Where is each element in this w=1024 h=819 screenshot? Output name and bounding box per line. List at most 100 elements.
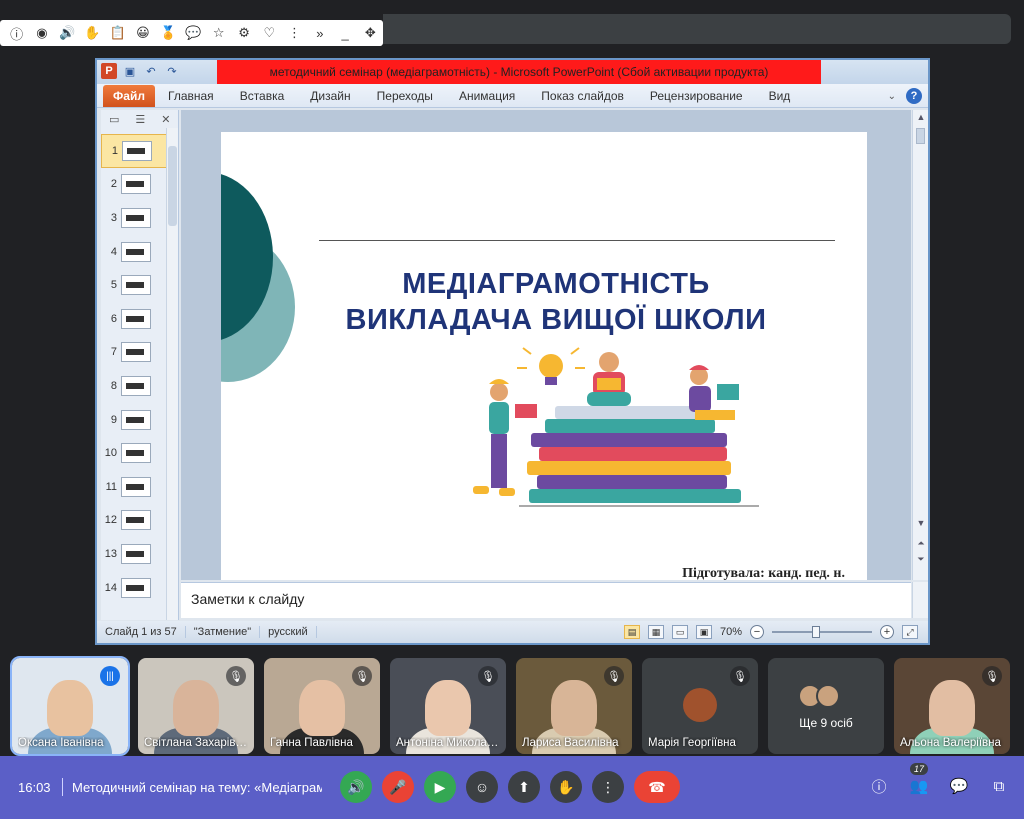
participant-tile[interactable]: 🎙 Антоніна Миколаївна [390, 658, 506, 754]
audio-button[interactable]: 🔊 [340, 771, 372, 803]
ribbon-tab-7[interactable]: Рецензирование [637, 89, 756, 103]
slide-number: 10 [104, 447, 117, 460]
slide-scrollbar[interactable]: ▲ ▼ ⏶ ⏷ [912, 110, 928, 580]
ribbon-tab-1[interactable]: Главная [155, 89, 227, 103]
star-icon[interactable]: ☆ [206, 22, 231, 44]
arrows-icon[interactable]: » [307, 22, 332, 44]
speaker-icon[interactable]: 🔊 [55, 22, 80, 44]
ribbon-tab-3[interactable]: Дизайн [297, 89, 363, 103]
slide-number: 12 [104, 514, 117, 527]
raise-hand-button[interactable]: ✋ [550, 771, 582, 803]
meeting-title[interactable]: Методичний семінар на тему: «Медіаграмот… [72, 780, 322, 795]
minimize-icon[interactable]: _ [332, 22, 357, 44]
notes-scrollbar[interactable] [912, 582, 928, 618]
gear-icon[interactable]: ⚙ [231, 22, 256, 44]
mic-muted-icon: 🎙 [982, 666, 1002, 686]
camera-button[interactable]: ▶ [424, 771, 456, 803]
close-icon[interactable]: ✕ [161, 113, 170, 126]
slide-number: 11 [105, 480, 117, 493]
participant-name: Антоніна Миколаївна [396, 737, 500, 749]
mic-muted-icon: 🎙 [730, 666, 750, 686]
ribbon-tab-4[interactable]: Переходы [364, 89, 446, 103]
participant-tile[interactable]: 🎙 Альона Валеріївна [894, 658, 1010, 754]
undo-icon[interactable]: ↶ [143, 63, 159, 79]
participant-strip: ||| Оксана Іванівна 🎙 Світлана Захарівна 🎙 Га… [10, 656, 1012, 756]
scroll-down-icon[interactable]: ▼ [913, 518, 929, 528]
info-icon[interactable]: ⓘ [868, 775, 890, 797]
ribbon-tab-0[interactable]: Файл [103, 84, 155, 107]
zoom-in-icon[interactable]: + [880, 625, 894, 639]
emoji-icon[interactable]: 😀 [130, 22, 155, 44]
slide-preview [121, 174, 151, 195]
ribbon-tab-8[interactable]: Вид [756, 89, 804, 103]
more-vert-icon[interactable]: ⋮ [282, 22, 307, 44]
hangup-button[interactable]: ☎ [634, 771, 680, 803]
participant-name: Оксана Іванівна [18, 737, 104, 749]
ribbon-tab-5[interactable]: Анимация [446, 89, 528, 103]
eye-icon[interactable]: ◉ [29, 22, 54, 44]
zoom-out-icon[interactable]: − [750, 625, 764, 639]
slide-number: 8 [110, 379, 117, 392]
sorter-view-icon[interactable]: ▦ [647, 625, 664, 639]
more-button[interactable]: ⋮ [592, 771, 624, 803]
notes-pane[interactable]: Заметки к слайду [181, 582, 911, 618]
participant-tile[interactable]: 🎙 Лариса Василівна [516, 658, 632, 754]
reading-view-icon[interactable]: ▭ [671, 625, 688, 639]
slide-preview [122, 140, 152, 161]
badge-icon[interactable]: 🏅 [156, 22, 181, 44]
participant-tile[interactable]: Ще 9 осіб [768, 658, 884, 754]
slide-thumbnail-pane: ▭ ☰ ✕ 1 2 3 4 5 6 7 8 9 10 11 12 13 14 [101, 110, 179, 620]
move-icon[interactable]: ✥ [358, 22, 383, 44]
share-banner [383, 14, 1011, 44]
thumbnail-scrollbar[interactable] [166, 128, 178, 620]
slide-number: 3 [110, 211, 117, 224]
fit-window-icon[interactable]: ⤢ [902, 625, 918, 639]
zoom-slider[interactable] [772, 626, 872, 638]
slide-preview [121, 510, 151, 531]
participant-face [173, 680, 219, 736]
people-icon[interactable]: 👥 17 [908, 763, 930, 797]
language[interactable]: русский [260, 626, 317, 638]
thumbnail-pane-header: ▭ ☰ ✕ [101, 110, 178, 128]
redo-icon[interactable]: ↷ [164, 63, 180, 79]
next-slide-icon[interactable]: ⏷ [913, 554, 929, 565]
scroll-up-icon[interactable]: ▲ [913, 112, 929, 122]
ribbon-tab-6[interactable]: Показ слайдов [528, 89, 637, 103]
chat-icon[interactable]: 💬 [948, 775, 970, 797]
more-participants-label: Ще 9 осіб [799, 716, 853, 730]
info-icon[interactable]: ⓘ [4, 22, 29, 44]
slide-preview [121, 476, 151, 497]
save-icon[interactable]: ▣ [122, 63, 138, 79]
clipboard-icon[interactable]: 📋 [105, 22, 130, 44]
participant-tile[interactable]: 🎙 Марія Георгіївна [642, 658, 758, 754]
outline-tab-icon[interactable]: ☰ [135, 113, 145, 126]
powerpoint-logo-icon: P [101, 63, 117, 79]
emoji-button[interactable]: ☺ [466, 771, 498, 803]
slide-count: Слайд 1 из 57 [97, 626, 186, 638]
slide-canvas[interactable]: МЕДІАГРАМОТНІСТЬ ВИКЛАДАЧА ВИЩОЇ ШКОЛИ П… [221, 132, 867, 580]
ribbon-controls: ⌄ ? [888, 88, 922, 104]
participant-tile[interactable]: 🎙 Світлана Захарівна [138, 658, 254, 754]
help-icon[interactable]: ? [906, 88, 922, 104]
slide-preview [121, 577, 151, 598]
headline-line-1: МЕДІАГРАМОТНІСТЬ [402, 268, 710, 300]
mic-button[interactable]: 🎤 [382, 771, 414, 803]
participant-tile[interactable]: 🎙 Ганна Павлівна [264, 658, 380, 754]
slide-number: 2 [110, 178, 117, 191]
previous-slide-icon[interactable]: ⏶ [913, 538, 929, 549]
hand-icon[interactable]: ✋ [80, 22, 105, 44]
heart-icon[interactable]: ♡ [257, 22, 282, 44]
slide-preview [121, 409, 151, 430]
slideshow-view-icon[interactable]: ▣ [695, 625, 712, 639]
speaking-indicator-icon: ||| [100, 666, 120, 686]
participant-count-badge: 17 [910, 763, 929, 775]
ribbon-tab-2[interactable]: Вставка [227, 89, 298, 103]
chevron-down-icon[interactable]: ⌄ [888, 91, 896, 102]
present-button[interactable]: ⬆ [508, 771, 540, 803]
chat-icon[interactable]: 💬 [181, 22, 206, 44]
activities-icon[interactable]: ⧉ [988, 775, 1010, 797]
zoom-level[interactable]: 70% [720, 626, 742, 638]
normal-view-icon[interactable]: ▤ [623, 625, 640, 639]
slides-tab-icon[interactable]: ▭ [109, 113, 119, 126]
participant-tile[interactable]: ||| Оксана Іванівна [10, 656, 130, 756]
